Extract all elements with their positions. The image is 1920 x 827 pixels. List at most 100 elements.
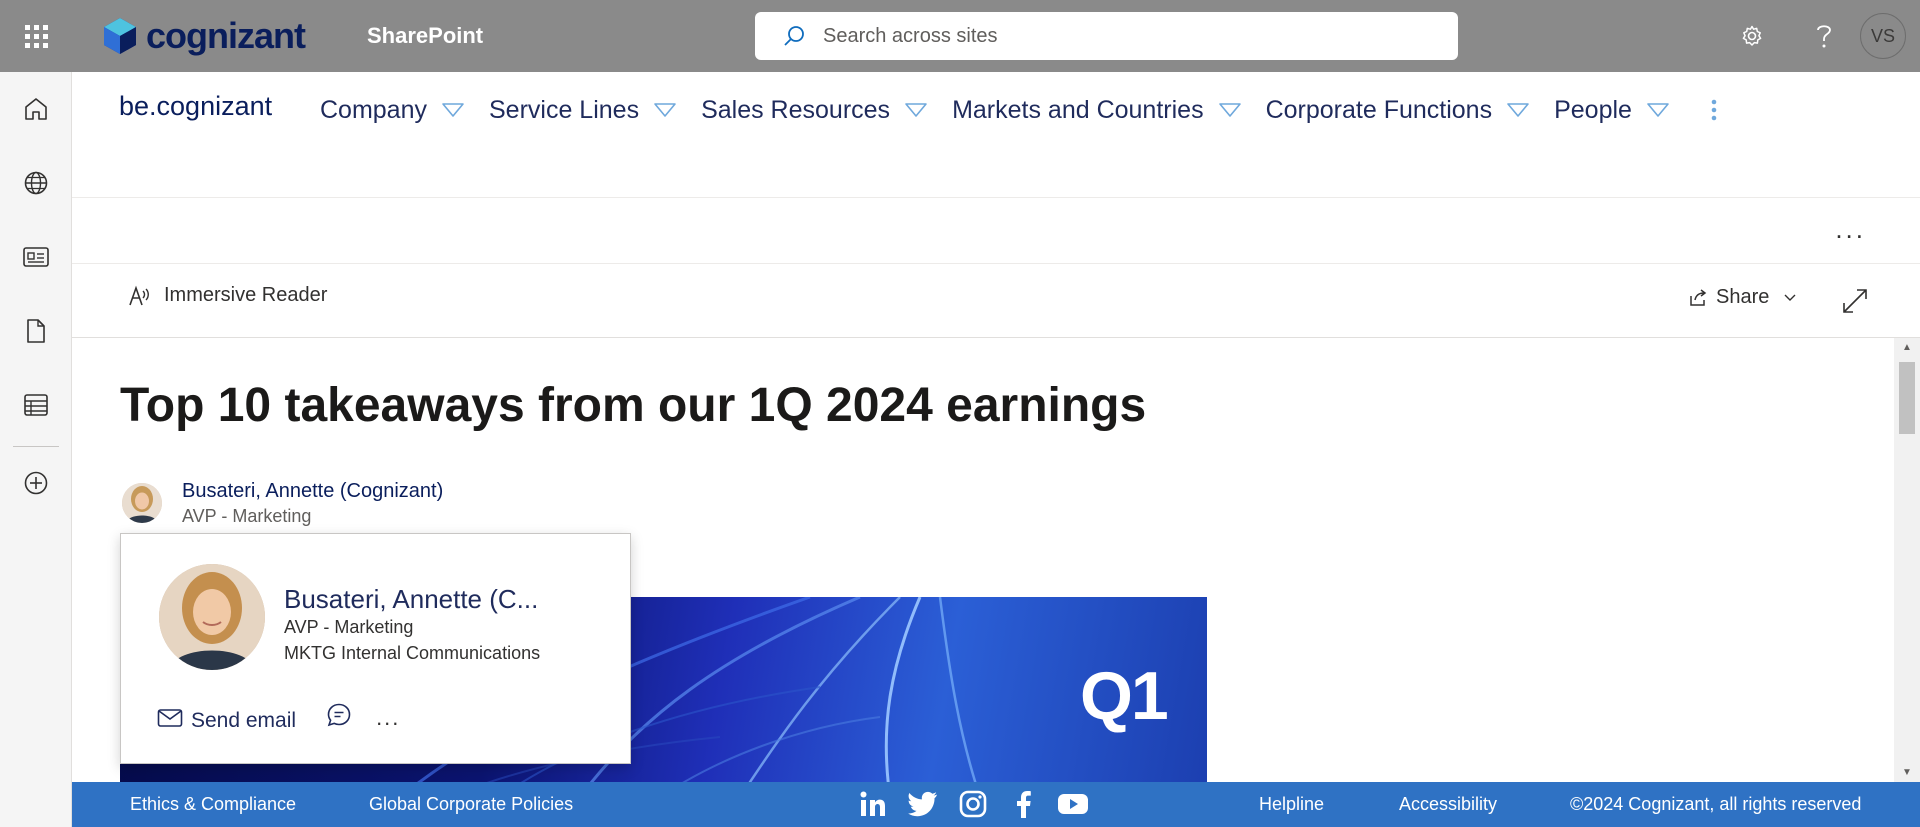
youtube-link[interactable] xyxy=(1048,792,1098,816)
author-byline: Busateri, Annette (Cognizant) AVP - Mark… xyxy=(122,478,443,528)
footer-copyright: ©2024 Cognizant, all rights reserved xyxy=(1570,794,1862,814)
share-button[interactable]: Share xyxy=(1688,286,1797,309)
nav-item-label: Markets and Countries xyxy=(952,95,1204,124)
scroll-thumb[interactable] xyxy=(1899,362,1915,434)
person-photo-icon xyxy=(122,483,162,523)
instagram-link[interactable] xyxy=(948,790,998,818)
appbar-files[interactable] xyxy=(0,294,72,368)
scroll-down-arrow[interactable]: ▼ xyxy=(1902,767,1912,778)
nav-item-corporate-functions[interactable]: Corporate Functions xyxy=(1266,88,1531,132)
page-more-button[interactable]: ... xyxy=(1835,214,1866,245)
twitter-link[interactable] xyxy=(898,791,948,817)
share-icon xyxy=(1690,288,1707,306)
search-icon xyxy=(784,26,804,46)
chevron-down-icon xyxy=(1647,103,1669,117)
help-button[interactable] xyxy=(1788,0,1860,72)
appbar-sites[interactable] xyxy=(0,146,72,220)
youtube-icon xyxy=(1058,794,1088,814)
immersive-reader-icon xyxy=(129,285,149,305)
immersive-reader-button[interactable]: Immersive Reader xyxy=(128,284,327,307)
appbar-lists[interactable] xyxy=(0,368,72,442)
footer-social-links xyxy=(848,790,1098,818)
expand-icon xyxy=(1843,289,1867,313)
home-icon xyxy=(25,98,47,120)
person-photo-icon xyxy=(159,564,265,670)
nav-item-sales-resources[interactable]: Sales Resources xyxy=(701,88,928,132)
page-command-bar: ... xyxy=(72,198,1920,264)
profile-card-actions: Send email ... xyxy=(157,702,400,733)
hub-nav-menu: Company Service Lines Sales Resources Ma… xyxy=(320,88,1718,132)
nav-item-service-lines[interactable]: Service Lines xyxy=(489,88,677,132)
suite-bar: cognizant SharePoint VS xyxy=(0,0,1920,72)
search-input[interactable] xyxy=(823,24,1383,48)
footer-helpline-link[interactable]: Helpline xyxy=(1259,794,1324,815)
chevron-down-icon xyxy=(442,103,464,117)
news-icon xyxy=(23,247,49,267)
nav-item-label: Corporate Functions xyxy=(1265,95,1493,124)
add-icon xyxy=(24,471,48,495)
brand-name: cognizant xyxy=(146,15,306,56)
app-name[interactable]: SharePoint xyxy=(367,23,483,49)
appbar-create[interactable] xyxy=(0,455,72,511)
appbar-divider xyxy=(12,446,59,447)
appbar-news[interactable] xyxy=(0,220,72,294)
facebook-link[interactable] xyxy=(998,790,1048,818)
author-info: Busateri, Annette (Cognizant) AVP - Mark… xyxy=(182,478,443,528)
page-title: Top 10 takeaways from our 1Q 2024 earnin… xyxy=(120,379,1147,432)
author-avatar[interactable] xyxy=(122,483,162,523)
profile-card-name[interactable]: Busateri, Annette (C... xyxy=(284,584,538,615)
settings-button[interactable] xyxy=(1716,0,1788,72)
app-launcher-button[interactable] xyxy=(0,0,72,72)
linkedin-link[interactable] xyxy=(848,790,898,818)
author-role: AVP - Marketing xyxy=(182,506,312,526)
app-bar xyxy=(0,72,72,827)
nav-more-button[interactable] xyxy=(1710,98,1718,122)
footer-accessibility-link[interactable]: Accessibility xyxy=(1399,794,1497,815)
site-footer: Ethics & Compliance Global Corporate Pol… xyxy=(72,782,1920,827)
list-icon xyxy=(24,394,48,416)
user-avatar[interactable]: VS xyxy=(1860,13,1906,59)
instagram-icon xyxy=(959,790,987,818)
profile-card-more-button[interactable]: ... xyxy=(376,705,400,731)
twitter-icon xyxy=(908,791,937,817)
nav-item-label: Sales Resources xyxy=(701,95,891,124)
nav-item-company[interactable]: Company xyxy=(320,88,465,132)
hub-navigation: be.cognizant Company Service Lines Sales… xyxy=(72,72,1920,198)
chevron-down-icon xyxy=(1507,103,1529,117)
more-vertical-icon xyxy=(1711,99,1717,121)
profile-card-department: MKTG Internal Communications xyxy=(284,643,541,663)
nav-item-people[interactable]: People xyxy=(1554,88,1670,132)
search-box[interactable] xyxy=(755,12,1458,60)
gear-icon xyxy=(1742,25,1762,46)
profile-card: Busateri, Annette (C... AVP - Marketing … xyxy=(120,533,631,764)
brand-logo[interactable]: cognizant xyxy=(100,0,306,72)
footer-ethics-link[interactable]: Ethics & Compliance xyxy=(130,794,296,815)
mail-icon xyxy=(157,708,183,727)
expand-button[interactable] xyxy=(1842,288,1868,319)
chevron-down-icon xyxy=(1218,103,1241,117)
chevron-down-icon xyxy=(654,103,676,117)
share-label: Share xyxy=(1716,286,1770,308)
linkedin-icon xyxy=(860,791,885,816)
waffle-icon xyxy=(24,24,48,48)
scroll-up-arrow[interactable]: ▲ xyxy=(1902,342,1912,353)
send-email-button[interactable]: Send email xyxy=(157,703,296,733)
profile-card-avatar xyxy=(159,564,265,670)
author-name[interactable]: Busateri, Annette (Cognizant) xyxy=(182,478,443,504)
nav-item-markets-countries[interactable]: Markets and Countries xyxy=(952,88,1242,132)
profile-card-title: AVP - Marketing xyxy=(284,617,414,637)
appbar-home[interactable] xyxy=(0,72,72,146)
article-command-bar: Immersive Reader Share xyxy=(72,264,1920,338)
help-icon xyxy=(1817,25,1831,48)
globe-icon xyxy=(24,171,48,195)
chevron-down-icon xyxy=(1784,294,1796,301)
chevron-down-icon xyxy=(905,103,927,117)
content-scrollbar[interactable]: ▲ ▼ xyxy=(1894,338,1920,782)
immersive-reader-label: Immersive Reader xyxy=(164,284,328,306)
nav-item-label: Service Lines xyxy=(489,95,640,124)
send-email-label: Send email xyxy=(191,708,297,732)
chat-button[interactable] xyxy=(326,702,352,733)
nav-item-label: People xyxy=(1554,95,1632,124)
footer-policies-link[interactable]: Global Corporate Policies xyxy=(369,794,573,815)
site-title[interactable]: be.cognizant xyxy=(119,91,272,122)
